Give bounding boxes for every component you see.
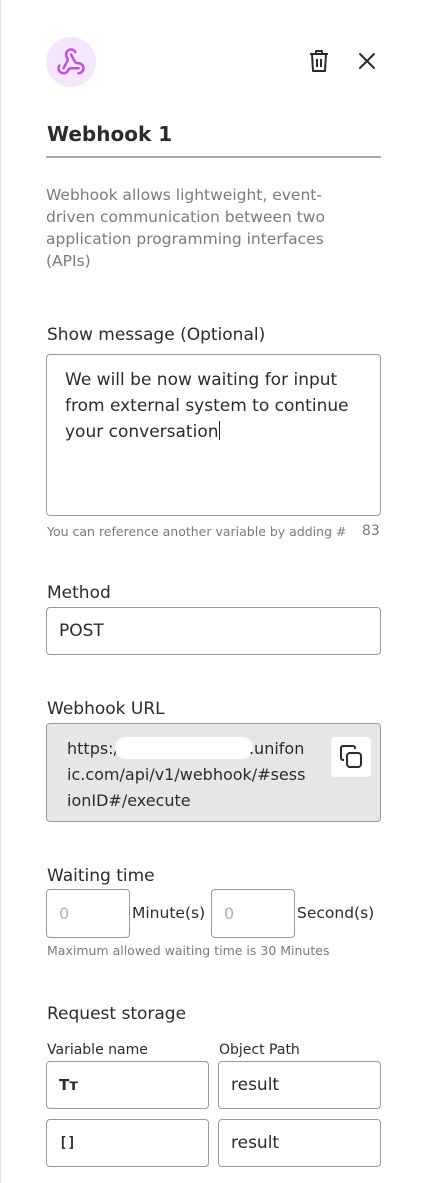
webhook-url-label: Webhook URL bbox=[47, 699, 165, 719]
close-icon bbox=[359, 53, 375, 69]
variable-name-header: Variable name bbox=[47, 1042, 148, 1058]
method-value: POST bbox=[59, 621, 104, 641]
redacted-block bbox=[114, 737, 253, 759]
object-path-input[interactable]: result bbox=[218, 1061, 381, 1109]
show-message-hint: You can reference another variable by ad… bbox=[47, 524, 347, 539]
minutes-input[interactable]: 0 bbox=[46, 889, 130, 938]
show-message-textarea[interactable]: We will be now waiting for input from ex… bbox=[46, 354, 381, 516]
show-message-label: Show message (Optional) bbox=[47, 325, 266, 345]
minutes-placeholder: 0 bbox=[59, 904, 70, 923]
request-storage-label: Request storage bbox=[47, 1004, 187, 1024]
method-label: Method bbox=[47, 583, 111, 603]
webhook-url-text: https:/.unifonic.com/api/v1/webhook/#ses… bbox=[67, 736, 307, 814]
copy-icon bbox=[340, 745, 362, 768]
delete-button[interactable] bbox=[304, 46, 334, 76]
character-count: 83 bbox=[362, 523, 380, 539]
close-button[interactable] bbox=[352, 46, 382, 76]
title-underline bbox=[46, 156, 381, 158]
seconds-unit: Second(s) bbox=[297, 904, 375, 922]
trash-icon bbox=[310, 50, 328, 72]
minutes-unit: Minute(s) bbox=[132, 904, 206, 922]
waiting-time-hint: Maximum allowed waiting time is 30 Minut… bbox=[47, 943, 330, 958]
panel-left-border bbox=[0, 0, 1, 1183]
panel-description: Webhook allows lightweight, event-driven… bbox=[46, 186, 325, 270]
show-message-text: We will be now waiting for input from ex… bbox=[65, 370, 349, 442]
panel-title: Webhook 1 bbox=[47, 122, 173, 146]
array-type-icon: [] bbox=[59, 1135, 76, 1151]
copy-url-button[interactable] bbox=[331, 737, 371, 777]
seconds-input[interactable]: 0 bbox=[211, 889, 295, 938]
text-type-icon: Tт bbox=[59, 1076, 78, 1094]
webhook-icon bbox=[46, 37, 96, 87]
variable-name-input[interactable]: [] bbox=[46, 1119, 209, 1167]
object-path-value: result bbox=[231, 1133, 280, 1153]
text-caret bbox=[218, 421, 220, 440]
object-path-header: Object Path bbox=[219, 1042, 300, 1058]
seconds-placeholder: 0 bbox=[224, 904, 235, 923]
object-path-value: result bbox=[231, 1075, 280, 1095]
webhook-url-prefix: https:/ bbox=[67, 739, 119, 758]
method-select[interactable]: POST bbox=[46, 607, 381, 655]
object-path-input[interactable]: result bbox=[218, 1119, 381, 1167]
variable-name-input[interactable]: Tт bbox=[46, 1061, 209, 1109]
waiting-time-label: Waiting time bbox=[47, 866, 155, 886]
